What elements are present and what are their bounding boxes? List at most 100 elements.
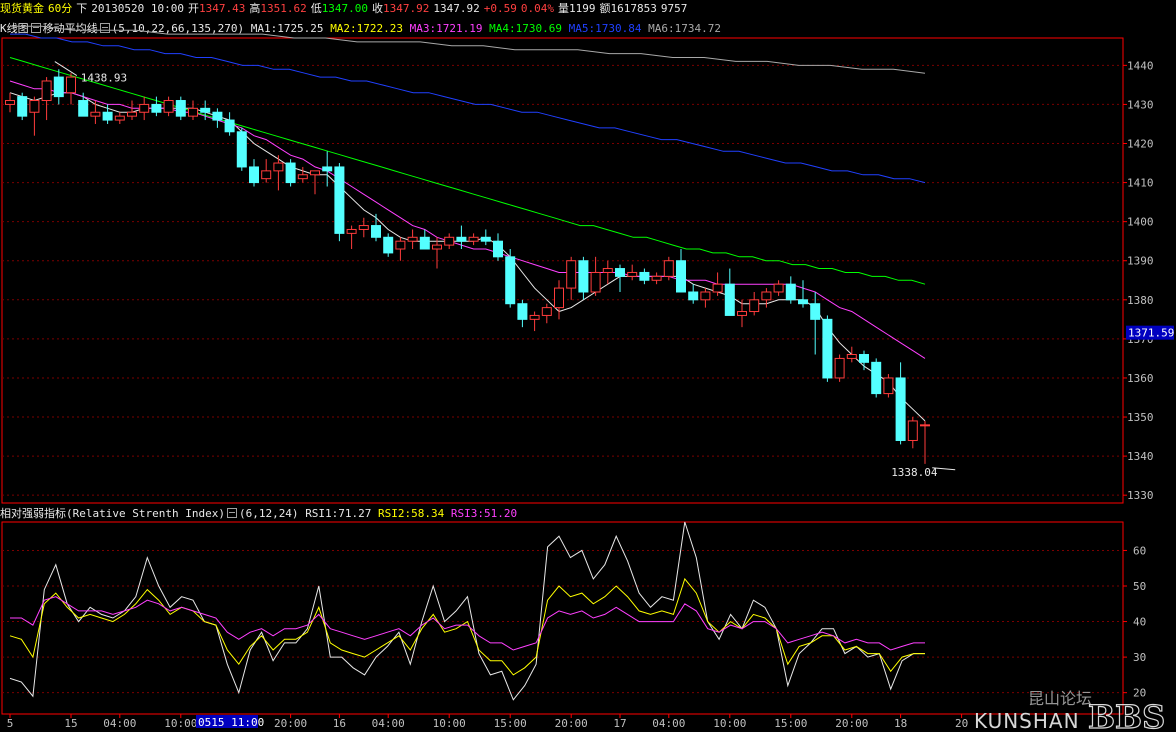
candle-down [895,377,906,441]
candle-up [432,244,442,250]
candle-up [834,357,845,379]
candle-up [261,170,272,180]
candle-down [871,361,882,395]
kline-y-tick-label: 1330 [1127,489,1154,502]
x-tick-label: 16 [333,717,346,730]
candle-down [212,111,223,121]
candle-down [334,166,345,234]
candle-up [273,162,284,172]
kline-y-tick-label: 1410 [1127,177,1154,190]
candle-down [859,354,869,363]
x-tick-label: 15:00 [494,717,527,730]
kline-y-tick-label: 1400 [1127,216,1154,229]
candle-up [712,283,723,293]
candle-down [151,103,162,113]
rsi-y-tick-label: 30 [1133,651,1146,664]
candle-up [627,271,638,277]
candle-up [663,260,674,277]
candle-up [700,291,711,301]
candle-up [907,420,918,441]
candle-down [505,256,516,305]
x-tick-label: 10:00 [433,717,466,730]
x-tick-label: 20:00 [555,717,588,730]
rsi-y-tick-label: 50 [1133,580,1146,593]
candle-down [639,271,650,281]
candle-up [602,268,613,273]
low-annotation: 1338.04 [891,466,938,479]
candle-down [785,283,796,301]
candle-up [358,225,369,230]
rsi2-line [9,577,925,676]
ma4-line [9,57,926,285]
candle-down [175,100,186,117]
ma1-line [9,92,926,422]
candle-up [920,424,930,427]
candle-down [371,225,381,238]
candle-up [529,314,540,320]
x-tick-label: 10:00 [164,717,197,730]
price-marker-label: 1371.59 [1128,327,1174,340]
candle-down [517,303,528,320]
candle-up [846,354,857,359]
candle-down [224,119,235,133]
x-tick-label: 15:00 [774,717,807,730]
candle-up [554,287,564,309]
kline-y-tick-label: 1350 [1127,411,1154,424]
candle-down [724,283,735,316]
candle-down [17,96,28,117]
candle-down [810,303,821,320]
kline-y-tick-label: 1360 [1127,372,1154,385]
candle-up [590,271,601,293]
candle-down [688,291,699,301]
candle-up [310,170,320,176]
candle-down [419,236,430,250]
candle-up [651,275,662,281]
rsi3-line [10,596,925,651]
candle-up [5,100,15,105]
x-tick-label: 20:00 [274,717,307,730]
candle-down [578,260,589,293]
kline-y-tick-label: 1440 [1127,59,1154,72]
candle-down [236,131,247,168]
candle-down [383,236,394,254]
kunshan-bbs-watermark: 昆山论坛 KUNSHAN BBS [974,689,1166,732]
candle-down [456,236,467,242]
watermark-cn: 昆山论坛 [1028,689,1092,708]
candle-up [395,240,406,250]
ma3-line [9,80,926,359]
candle-up [41,80,52,102]
candle-up [346,228,357,234]
high-annotation: 1438.93 [81,72,127,85]
x-tick-label: 5 [7,717,14,730]
candle-up [188,107,198,117]
candle-down [78,100,89,117]
candle-up [444,236,455,246]
kline-y-tick-label: 1340 [1127,450,1154,463]
candle-down [615,268,625,277]
kline-y-tick-label: 1380 [1127,294,1154,307]
watermark-bbs: BBS [1088,698,1165,732]
candle-up [541,307,552,316]
candle-up [66,76,76,94]
candle-up [297,174,308,180]
candle-up [139,103,150,113]
candle-up [163,100,174,113]
candle-down [676,260,686,293]
cursor-label: 0515 11:00 [198,716,264,729]
x-tick-label: 04:00 [652,717,685,730]
candle-up [127,111,137,117]
kline-y-tick-label: 1430 [1127,98,1154,111]
candle-up [749,299,760,313]
candle-up [737,311,747,316]
candle-down [493,240,503,258]
candle-down [480,236,491,242]
candle-up [468,236,479,242]
x-tick-label: 18 [894,717,907,730]
candle-up [407,236,418,242]
candle-up [883,377,894,395]
candle-down [249,166,259,184]
candle-down [200,107,211,113]
x-tick-label: 20 [955,717,968,730]
candle-down [285,162,296,184]
kline-chart[interactable]: 1330134013501360137013801390140014101420… [0,0,1176,732]
